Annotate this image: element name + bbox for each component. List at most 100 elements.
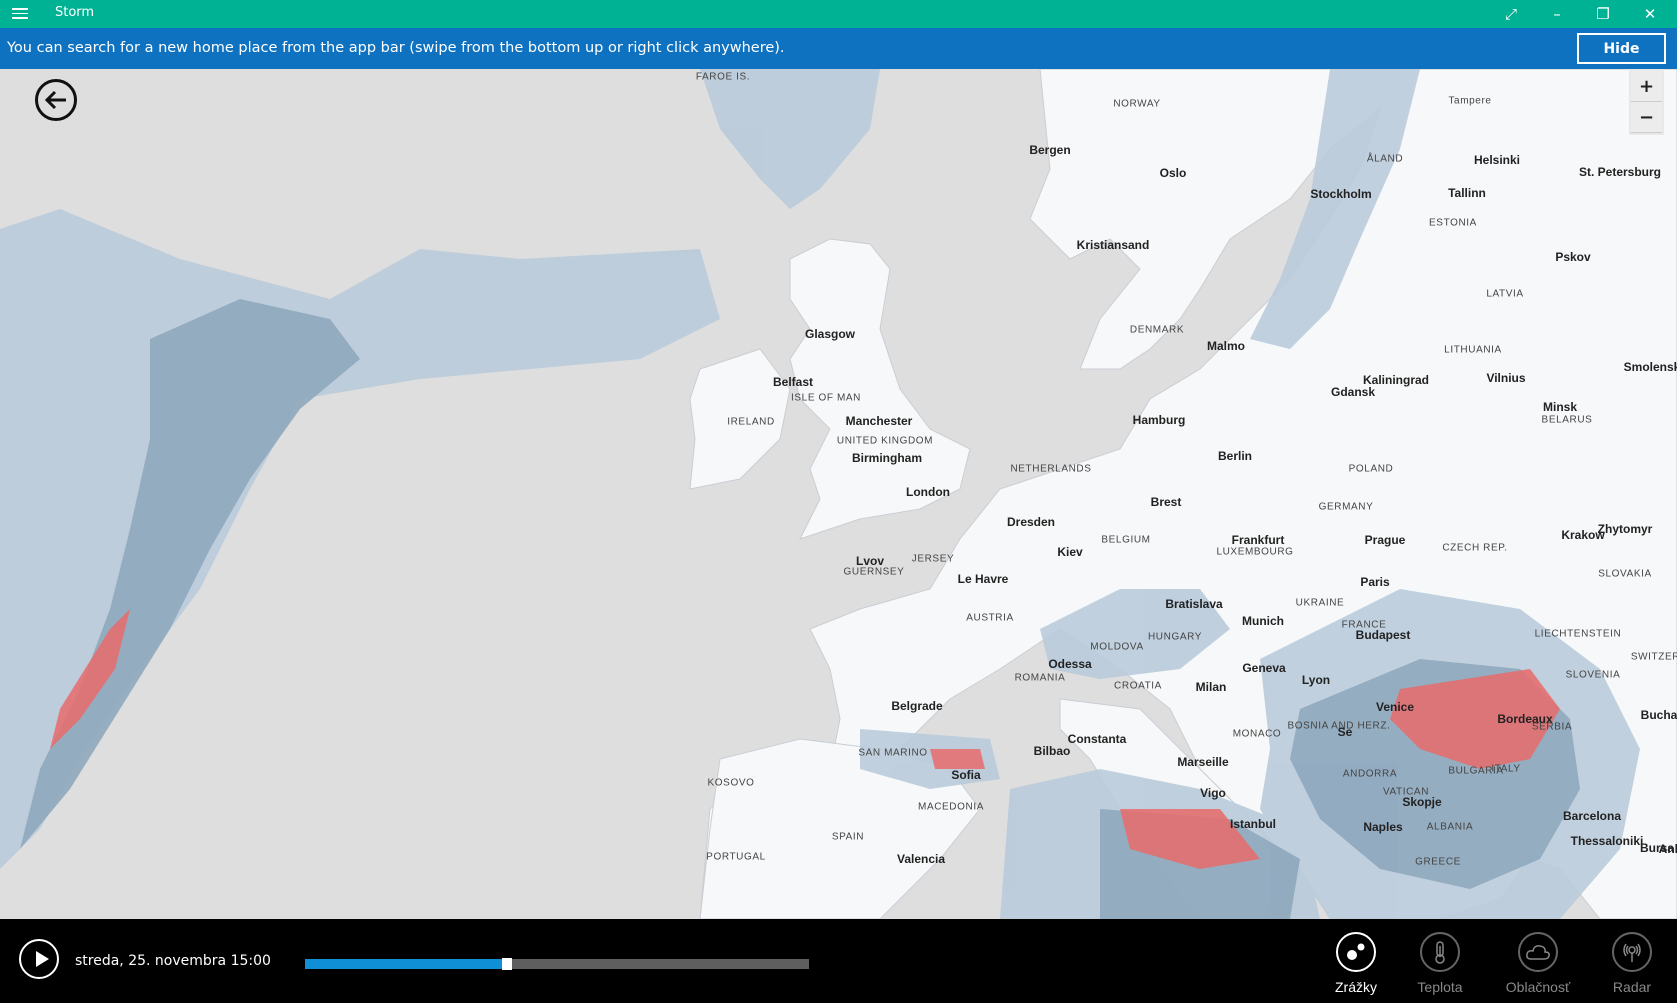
region-label: SLOVAKIA (1598, 568, 1652, 580)
bottom-app-bar: streda, 25. novembra 15:00 Zrážky Teplot… (0, 919, 1677, 1003)
nav-label: Radar (1612, 979, 1652, 995)
city-label: Istanbul (1229, 817, 1277, 831)
region-label: BELGIUM (1101, 534, 1151, 546)
play-button[interactable] (19, 939, 59, 979)
minimize-button[interactable]: – (1534, 0, 1580, 28)
region-label: BELARUS (1541, 414, 1593, 426)
city-label: Lyon (1301, 673, 1331, 687)
region-label: LITHUANIA (1444, 344, 1502, 356)
region-label: KOSOVO (707, 777, 755, 789)
city-label: Ank (1658, 842, 1677, 856)
weather-map[interactable]: FAROE IS. NORWAY Bergen Oslo Stockholm Tamper… (0, 69, 1677, 919)
city-label: St. Petersburg (1578, 165, 1662, 179)
region-label: HUNGARY (1147, 631, 1203, 643)
precipitation-icon (1336, 932, 1376, 972)
city-label: Skopje (1402, 795, 1442, 809)
region-label: PORTUGAL (706, 851, 766, 863)
city-label: Malmo (1206, 339, 1246, 353)
nav-label: Oblačnosť (1505, 979, 1571, 995)
city-label: Pskov (1555, 250, 1591, 264)
timeline-slider[interactable] (305, 958, 809, 970)
region-label: FAROE IS. (695, 71, 751, 83)
city-label: Brest (1150, 495, 1182, 509)
region-label: AUSTRIA (966, 612, 1014, 624)
hide-button[interactable]: Hide (1577, 33, 1666, 64)
zoom-out-button[interactable]: − (1631, 102, 1662, 133)
city-label: Hamburg (1132, 413, 1186, 427)
region-label: ISLE OF MAN (791, 392, 861, 404)
hamburger-menu-icon[interactable] (12, 5, 28, 23)
region-label: IRELAND (727, 416, 775, 428)
region-label: ANDORRA (1342, 768, 1398, 780)
cloud-icon (1518, 932, 1558, 972)
region-label: SLOVENIA (1565, 669, 1621, 681)
city-label: London (906, 485, 950, 499)
forecast-datetime: streda, 25. novembra 15:00 (75, 953, 271, 969)
region-label: BULGARIA (1448, 765, 1504, 777)
city-label: Kiev (1057, 545, 1083, 559)
city-label: Gdansk (1330, 385, 1376, 399)
thermometer-icon (1420, 932, 1460, 972)
city-label: Dresden (1006, 515, 1056, 529)
city-label: Odessa (1048, 657, 1092, 671)
city-label: Sofia (951, 768, 981, 782)
radar-icon (1612, 932, 1652, 972)
nav-temperature[interactable]: Teplota (1400, 919, 1480, 1003)
banner-message: You can search for a new home place from… (7, 40, 785, 56)
city-label: Helsinki (1473, 153, 1521, 167)
city-label: Valencia (896, 852, 946, 866)
nav-radar[interactable]: Radar (1592, 919, 1672, 1003)
back-button[interactable] (35, 79, 77, 121)
zoom-in-button[interactable]: + (1631, 71, 1662, 102)
north-sea-precip-light (700, 69, 880, 209)
city-label: Paris (1360, 575, 1390, 589)
fullscreen-icon[interactable]: ⤢ (1488, 0, 1534, 28)
city-label: Belgrade (891, 699, 943, 713)
city-label: Marseille (1177, 755, 1229, 769)
region-label: ROMANIA (1014, 672, 1066, 684)
nav-label: Teplota (1417, 979, 1463, 995)
nav-cloudiness[interactable]: Oblačnosť (1498, 919, 1578, 1003)
region-label: ÅLAND (1366, 153, 1404, 165)
city-label: Vigo (1200, 786, 1226, 800)
city-label: Milan (1195, 680, 1227, 694)
city-label: Vilnius (1486, 371, 1526, 385)
city-label: Constanta (1067, 732, 1127, 746)
city-label: Budapest (1355, 628, 1411, 642)
city-label: Barcelona (1562, 809, 1622, 823)
region-label: SPAIN (831, 831, 865, 843)
region-label: UNITED KINGDOM (836, 435, 934, 447)
city-label: Munich (1242, 614, 1284, 628)
andorra-precip-heavy (930, 749, 985, 769)
city-label: Bilbao (1033, 744, 1071, 758)
city-label: Manchester (845, 414, 913, 428)
title-bar: Storm ⤢ – ❐ ✕ (0, 0, 1677, 28)
region-label: MOLDOVA (1090, 641, 1144, 653)
region-label: LUXEMBOURG (1216, 546, 1294, 558)
arrow-left-icon (44, 90, 66, 110)
city-label: Frankfurt (1231, 533, 1285, 547)
city-label: Kristiansand (1076, 238, 1150, 252)
city-label: Stockholm (1310, 187, 1372, 201)
region-label: GUERNSEY (843, 566, 905, 578)
atlantic-front-light (0, 209, 720, 869)
region-label: MONACO (1232, 728, 1282, 740)
region-label: Tampere (1448, 95, 1492, 107)
timeline-thumb[interactable] (501, 958, 512, 970)
close-button[interactable]: ✕ (1627, 0, 1673, 28)
region-label: BOSNIA AND HERZ. (1287, 720, 1391, 732)
info-banner: You can search for a new home place from… (0, 28, 1677, 69)
region-label: MACEDONIA (918, 801, 984, 813)
nav-precipitation[interactable]: Zrážky (1316, 919, 1396, 1003)
region-label: UKRAINE (1295, 597, 1345, 609)
region-label: LATVIA (1486, 288, 1524, 300)
region-label: GERMANY (1318, 501, 1374, 513)
city-label: Oslo (1159, 166, 1187, 180)
restore-button[interactable]: ❐ (1580, 0, 1626, 28)
region-label: NORWAY (1113, 98, 1161, 110)
city-label: Venice (1375, 700, 1415, 714)
city-label: Prague (1364, 533, 1406, 547)
city-label: Geneva (1242, 661, 1286, 675)
city-label: Birmingham (851, 451, 923, 465)
region-label: ALBANIA (1426, 821, 1474, 833)
